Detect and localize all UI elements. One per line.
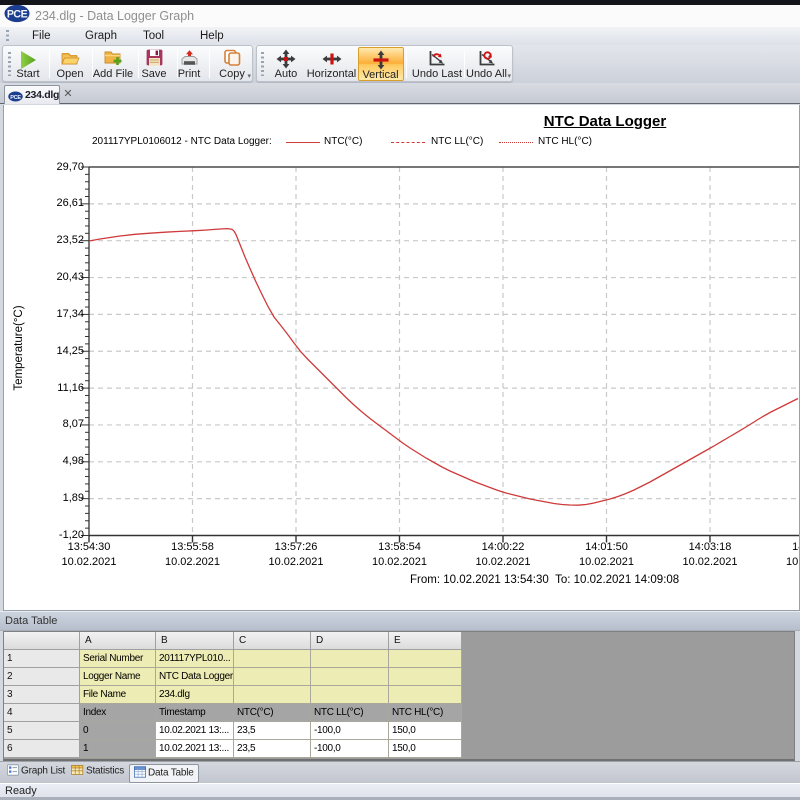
svg-text:PCE: PCE xyxy=(7,8,28,20)
svg-text:PCE: PCE xyxy=(10,95,21,101)
